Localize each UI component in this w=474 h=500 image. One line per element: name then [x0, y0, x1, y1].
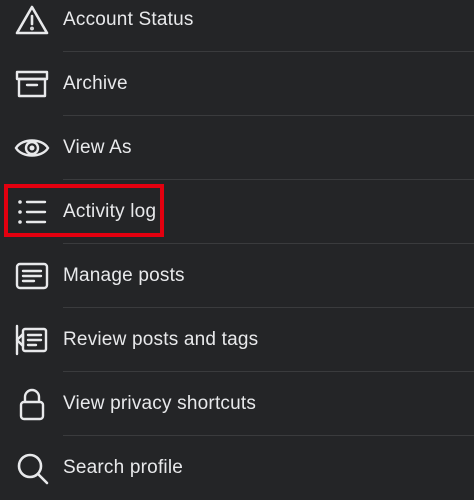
menu-item-label: Archive: [63, 73, 128, 94]
menu-item-label: Manage posts: [63, 265, 185, 286]
warning-triangle-icon: [14, 2, 50, 38]
menu-item-view-as[interactable]: View As: [0, 116, 474, 180]
menu-item-account-status[interactable]: Account Status: [0, 0, 474, 52]
menu-item-archive[interactable]: Archive: [0, 52, 474, 116]
profile-settings-menu: Account Status Archive View As Activity …: [0, 0, 474, 500]
menu-item-search-profile[interactable]: Search profile: [0, 436, 474, 500]
posts-card-icon: [14, 258, 50, 294]
list-icon: [14, 194, 50, 230]
menu-item-label: Activity log: [63, 201, 157, 222]
review-tags-icon: [14, 322, 50, 358]
menu-item-activity-log[interactable]: Activity log: [0, 180, 474, 244]
eye-icon: [14, 130, 50, 166]
menu-item-manage-posts[interactable]: Manage posts: [0, 244, 474, 308]
menu-item-label: Review posts and tags: [63, 329, 259, 350]
menu-item-label: View As: [63, 137, 132, 158]
archive-box-icon: [14, 66, 50, 102]
menu-item-review-posts-and-tags[interactable]: Review posts and tags: [0, 308, 474, 372]
menu-item-label: Search profile: [63, 457, 184, 478]
menu-item-view-privacy-shortcuts[interactable]: View privacy shortcuts: [0, 372, 474, 436]
search-icon: [14, 450, 50, 486]
menu-item-label: Account Status: [63, 9, 194, 30]
menu-item-label: View privacy shortcuts: [63, 393, 257, 414]
lock-icon: [14, 386, 50, 422]
